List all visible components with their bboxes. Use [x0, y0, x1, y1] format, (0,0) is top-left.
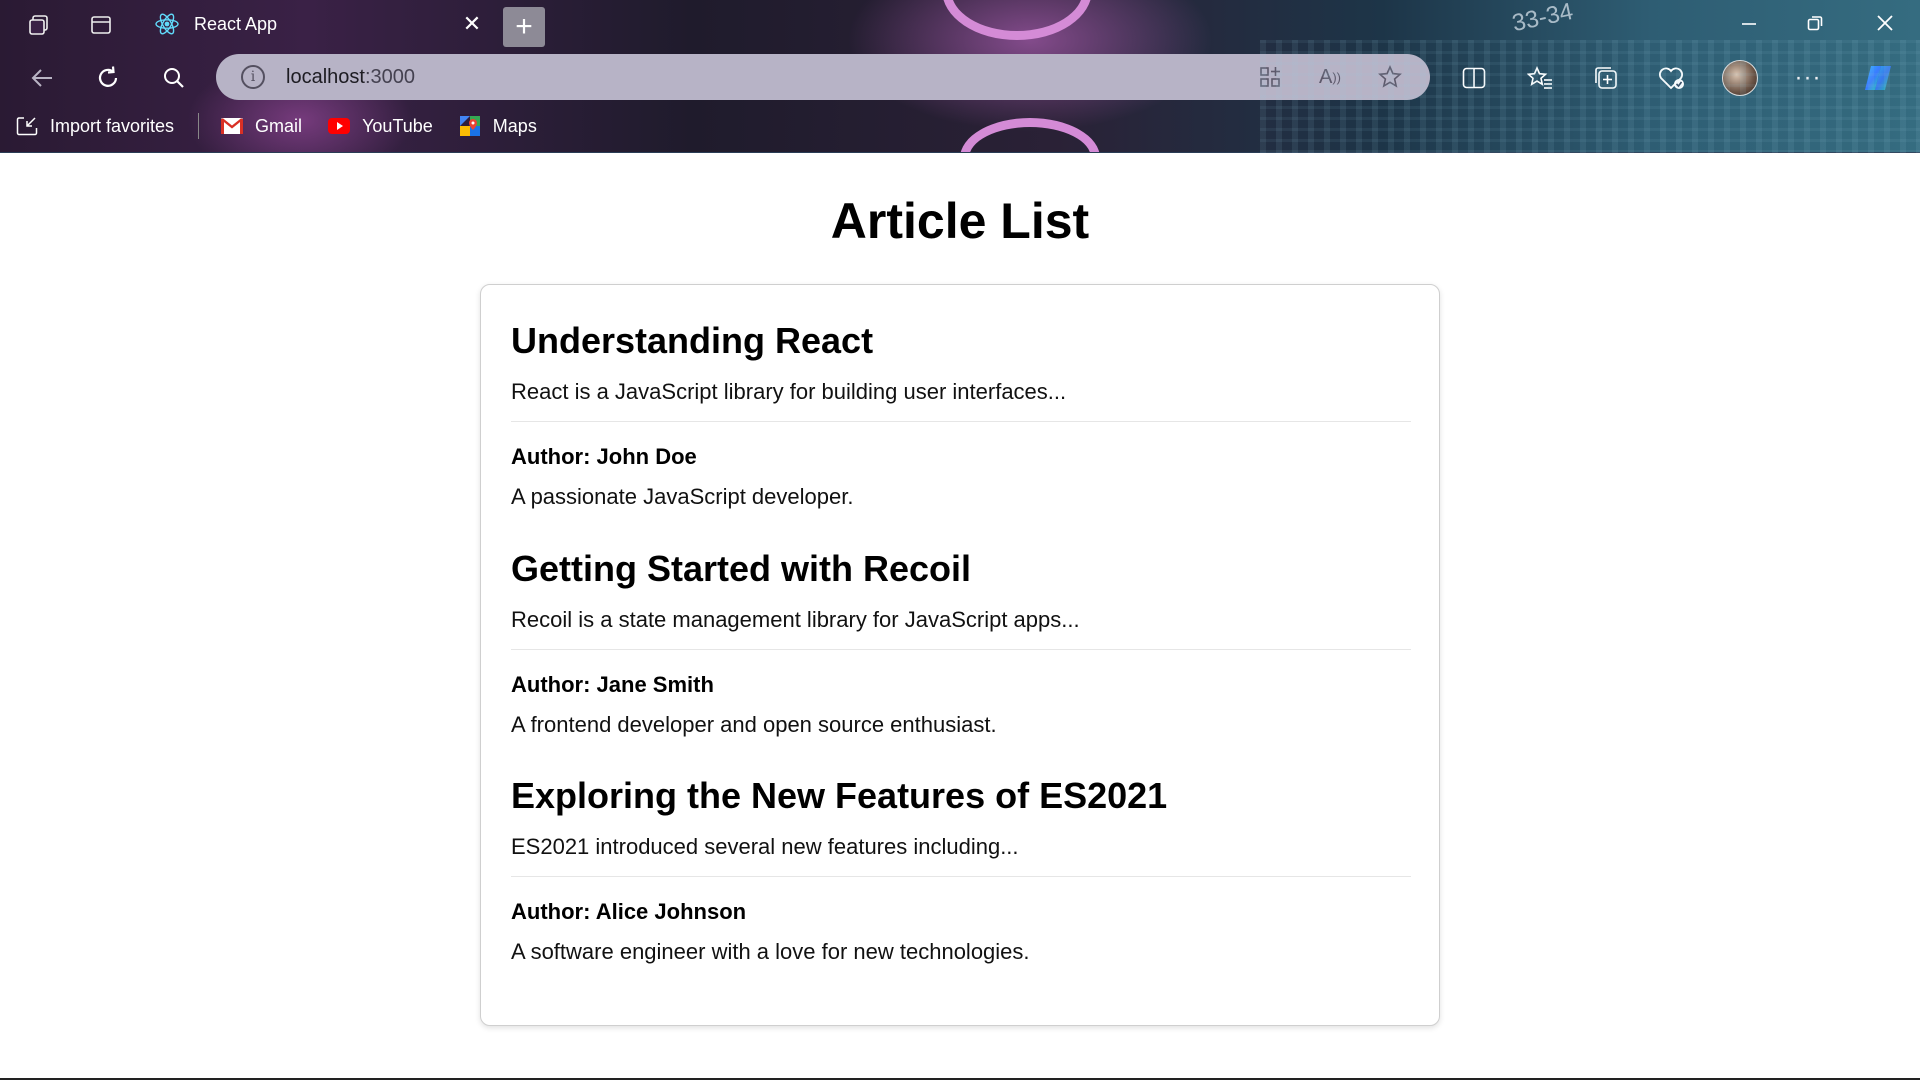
close-tab-icon[interactable]: ✕ — [457, 11, 487, 37]
bookmark-label: Gmail — [255, 115, 303, 136]
page-title: Article List — [830, 193, 1090, 249]
bookmark-label: Maps — [492, 115, 537, 136]
bookmarks-separator — [198, 113, 200, 139]
site-info-icon[interactable]: i — [241, 65, 265, 89]
article-title: Exploring the New Features of ES2021 — [511, 775, 1168, 816]
address-url[interactable]: localhost:3000 — [286, 66, 1248, 89]
bookmark-youtube[interactable]: YouTube — [328, 116, 433, 137]
favorite-star-icon[interactable] — [1368, 55, 1412, 99]
bookmark-label: YouTube — [362, 115, 433, 136]
bookmark-gmail[interactable]: Gmail — [221, 116, 302, 137]
refresh-icon[interactable] — [86, 56, 130, 100]
workspaces-icon[interactable] — [22, 8, 56, 42]
profile-avatar[interactable] — [1722, 60, 1758, 96]
bookmark-label: Import favorites — [50, 115, 175, 136]
tab-react-app[interactable]: React App ✕ — [140, 2, 495, 46]
author-bio: A software engineer with a love for new … — [511, 939, 1030, 964]
author-bio: A passionate JavaScript developer. — [511, 484, 854, 509]
browser-essentials-icon[interactable] — [1650, 56, 1694, 100]
copilot-icon[interactable] — [1856, 56, 1900, 100]
app-available-icon[interactable] — [1248, 55, 1292, 99]
article-list-card: Understanding React React is a JavaScrip… — [480, 284, 1440, 1026]
youtube-icon — [328, 116, 351, 136]
bookmark-maps[interactable]: Maps — [459, 116, 537, 137]
article-title: Understanding React — [511, 320, 874, 361]
chrome-divider — [0, 152, 1920, 153]
article-author: Author: Alice Johnson — [511, 899, 747, 924]
read-aloud-icon[interactable]: A)) — [1308, 55, 1352, 99]
search-icon[interactable] — [152, 56, 196, 100]
vertical-tabs-icon[interactable] — [84, 8, 118, 42]
minimize-icon[interactable] — [1726, 6, 1772, 40]
new-tab-button[interactable]: + — [503, 7, 545, 47]
article-item: Exploring the New Features of ES2021 ES2… — [511, 774, 1411, 967]
more-options-icon[interactable]: ··· — [1786, 56, 1830, 100]
tab-title: React App — [194, 13, 278, 34]
article-author: Author: Jane Smith — [511, 672, 714, 697]
split-screen-icon[interactable] — [1452, 56, 1496, 100]
gmail-icon — [221, 116, 244, 136]
article-excerpt: ES2021 introduced several new features i… — [511, 834, 1019, 859]
article-divider — [511, 421, 1411, 422]
back-icon[interactable] — [20, 56, 64, 100]
browser-chrome: 33-34 React App ✕ + i localhost:3000 A)… — [0, 0, 1920, 153]
collections-icon[interactable] — [1584, 56, 1628, 100]
wallpaper-text: 33-34 — [1509, 0, 1576, 38]
article-title: Getting Started with Recoil — [511, 548, 972, 589]
article-divider — [511, 649, 1411, 650]
article-item: Getting Started with Recoil Recoil is a … — [511, 547, 1411, 740]
maps-icon — [459, 116, 481, 136]
bookmark-import-favorites[interactable]: Import favorites — [16, 116, 174, 137]
author-bio: A frontend developer and open source ent… — [511, 712, 997, 737]
address-bar[interactable]: i localhost:3000 A)) — [216, 54, 1430, 100]
article-excerpt: Recoil is a state management library for… — [511, 607, 1080, 632]
close-window-icon[interactable] — [1862, 6, 1908, 40]
import-icon — [16, 116, 38, 136]
wallpaper-speaker-ring — [942, 0, 1092, 40]
page-viewport: Article List Understanding React React i… — [0, 154, 1920, 1080]
restore-icon[interactable] — [1792, 6, 1838, 40]
article-divider — [511, 876, 1411, 877]
article-excerpt: React is a JavaScript library for buildi… — [511, 379, 1067, 404]
article-item: Understanding React React is a JavaScrip… — [511, 319, 1411, 512]
article-author: Author: John Doe — [511, 444, 697, 469]
bookmarks-bar: Import favorites Gmail YouTube Maps — [0, 108, 1920, 144]
favorites-icon[interactable] — [1518, 56, 1562, 100]
react-logo-icon — [154, 11, 180, 37]
